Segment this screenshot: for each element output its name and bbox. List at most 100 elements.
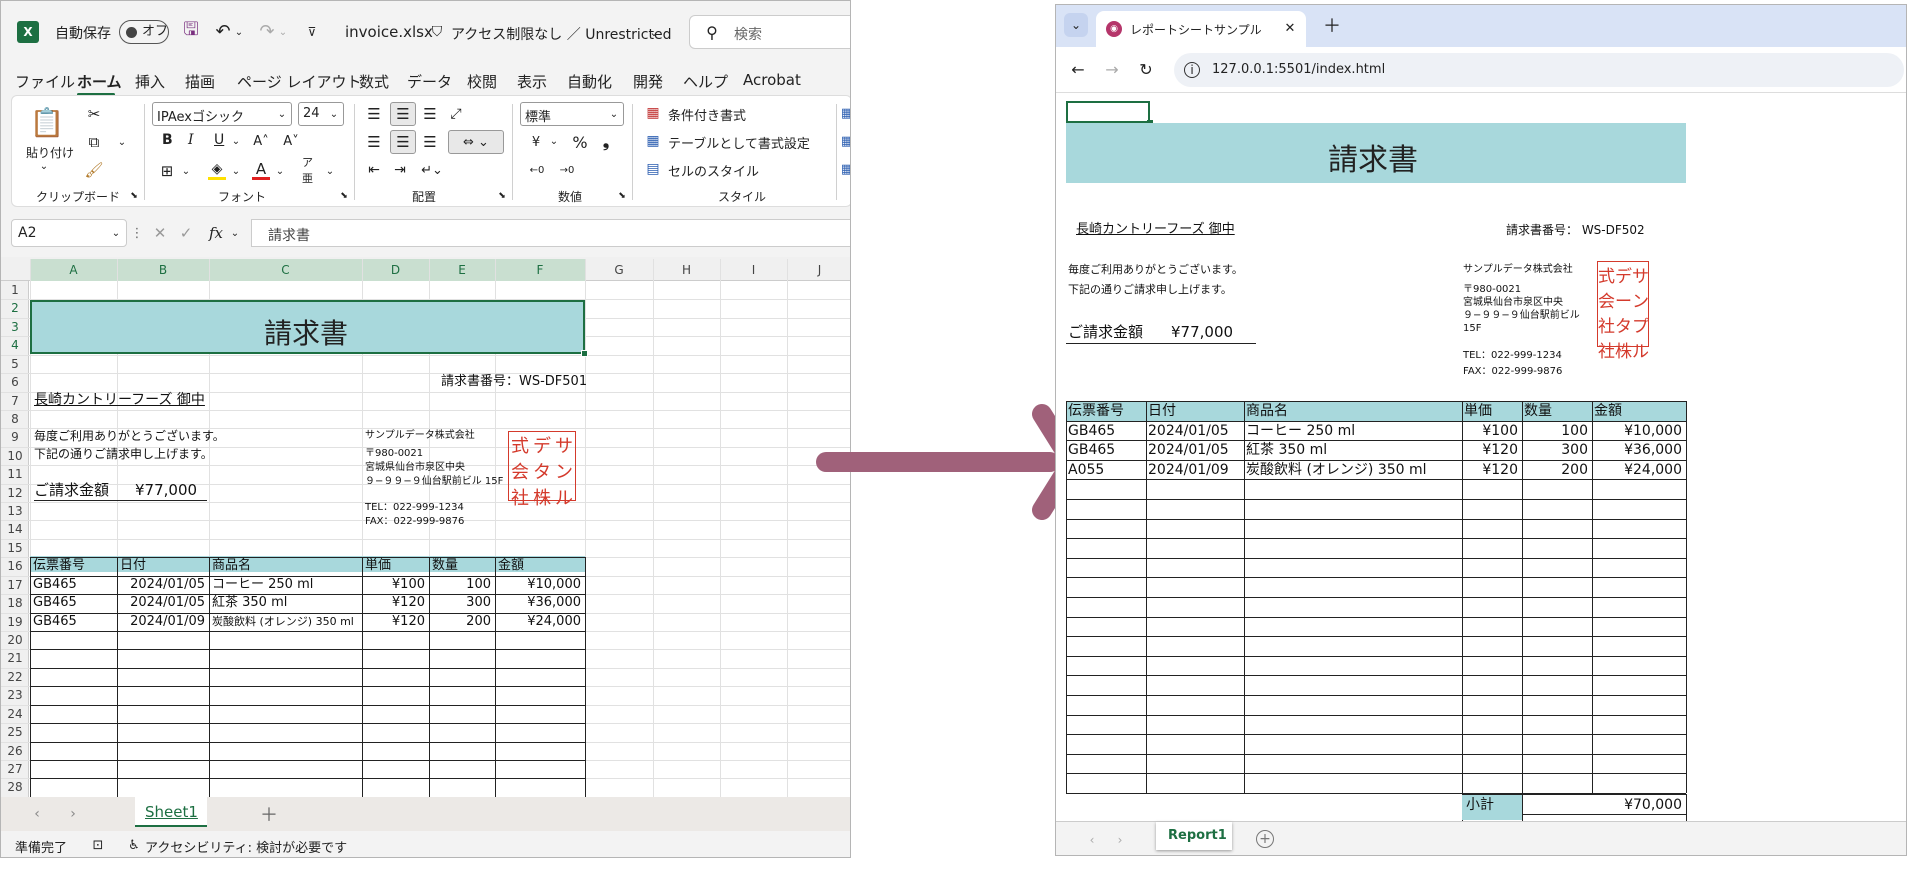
column-header[interactable]: E (429, 259, 495, 281)
format-painter-icon[interactable]: 🖌 (84, 160, 104, 180)
increase-font-icon[interactable]: A˄ (252, 132, 270, 150)
phonetic-icon[interactable]: ア亜 (302, 156, 320, 185)
formula-input[interactable]: 請求書 (251, 219, 850, 247)
insert-function-icon[interactable]: fx (205, 223, 227, 243)
tab-developer[interactable]: 開発 (633, 71, 663, 92)
tab-view[interactable]: 表示 (517, 71, 547, 92)
format-cells-icon[interactable]: ▦ (840, 160, 850, 178)
column-header[interactable]: I (720, 259, 787, 281)
currency-icon[interactable]: ¥ (526, 132, 546, 152)
conditional-format-button[interactable]: 条件付き書式 (668, 105, 746, 124)
table-format-icon[interactable]: ▦ (644, 132, 662, 150)
copy-icon[interactable]: ⧉ (84, 132, 104, 152)
insert-cells-icon[interactable]: ▦ (840, 104, 850, 122)
enter-icon[interactable]: ✓ (177, 223, 195, 243)
column-header[interactable]: F (495, 259, 585, 281)
decrease-indent-icon[interactable]: ⇤ (364, 160, 384, 180)
browser-tab-active[interactable]: ◉ レポートシートサンプル ✕ (1096, 11, 1306, 47)
name-box[interactable]: A2 ⌄ (11, 219, 127, 247)
dialog-launcher-icon[interactable]: ⬊ (616, 190, 628, 202)
site-info-icon[interactable]: i (1184, 62, 1200, 78)
forward-icon[interactable]: → (1102, 59, 1122, 79)
borders-dropdown-icon[interactable]: ⌄ (180, 164, 192, 178)
cut-icon[interactable]: ✂ (84, 104, 104, 124)
prev-sheet-icon[interactable]: ‹ (29, 805, 45, 823)
font-color-dropdown-icon[interactable]: ⌄ (274, 164, 286, 178)
align-left-icon[interactable]: ☰ (364, 132, 384, 152)
dialog-launcher-icon[interactable]: ⬊ (128, 190, 140, 202)
increase-decimal-icon[interactable]: ←0 (526, 160, 548, 180)
align-top-icon[interactable]: ☰ (364, 104, 384, 124)
more-icon[interactable]: ⋮ (131, 223, 144, 243)
tab-home[interactable]: ホーム (77, 71, 122, 92)
increase-indent-icon[interactable]: ⇥ (390, 160, 410, 180)
bold-button[interactable]: B (162, 132, 173, 148)
tab-file[interactable]: ファイル (15, 71, 75, 92)
redo-icon[interactable]: ↷ (257, 21, 277, 42)
align-center-icon[interactable]: ☰ (390, 130, 416, 154)
percent-icon[interactable]: % (570, 132, 590, 152)
column-header[interactable]: G (585, 259, 653, 281)
save-icon[interactable]: 🖫 (181, 19, 201, 42)
decrease-decimal-icon[interactable]: →0 (556, 160, 578, 180)
next-sheet-icon[interactable]: › (65, 805, 81, 823)
cell-style-icon[interactable]: ▤ (644, 160, 662, 178)
fill-handle[interactable] (581, 350, 588, 357)
report-tab[interactable]: Report1 (1156, 822, 1232, 850)
undo-icon[interactable]: ↶ (213, 21, 233, 42)
align-bottom-icon[interactable]: ☰ (420, 104, 440, 124)
access-label[interactable]: アクセス制限なし ／ Unrestricted (451, 24, 672, 44)
merge-center-button[interactable]: ⇔ ⌄ (448, 130, 504, 154)
delete-cells-icon[interactable]: ▦ (840, 132, 850, 150)
column-header[interactable]: A (30, 259, 117, 281)
phonetic-dropdown-icon[interactable]: ⌄ (324, 164, 336, 178)
tab-review[interactable]: 校閲 (467, 71, 497, 92)
back-icon[interactable]: ← (1068, 59, 1088, 79)
redo-dropdown-icon[interactable]: ⌄ (277, 22, 289, 42)
italic-button[interactable]: I (188, 132, 194, 148)
tab-page-layout[interactable]: ページ レイアウト (237, 71, 361, 92)
accessibility-icon[interactable]: ♿ (125, 836, 143, 854)
cancel-icon[interactable]: ✕ (151, 223, 169, 243)
next-sheet-icon[interactable]: › (1114, 832, 1126, 848)
tab-help[interactable]: ヘルプ (683, 71, 728, 92)
decrease-font-icon[interactable]: A˅ (282, 132, 300, 150)
currency-dropdown-icon[interactable]: ⌄ (548, 134, 560, 148)
paste-dropdown-icon[interactable]: ⌄ (38, 160, 50, 172)
tab-acrobat[interactable]: Acrobat (743, 71, 801, 89)
underline-dropdown-icon[interactable]: ⌄ (230, 134, 242, 148)
cell-style-button[interactable]: セルのスタイル (668, 161, 759, 180)
font-size-select[interactable]: 24 ⌄ (298, 102, 344, 126)
dialog-launcher-icon[interactable]: ⬊ (496, 190, 508, 202)
align-right-icon[interactable]: ☰ (420, 132, 440, 152)
function-dropdown-icon[interactable]: ⌄ (229, 225, 241, 241)
underline-button[interactable]: U (214, 132, 224, 148)
sheet-tab-sheet1[interactable]: Sheet1 (135, 797, 207, 827)
chevron-down-icon[interactable]: ⌄ (647, 22, 661, 42)
macro-record-icon[interactable]: ⊡ (89, 836, 107, 854)
borders-icon[interactable]: ⊞ (158, 162, 176, 180)
customize-toolbar-icon[interactable]: ⊽ (305, 22, 319, 42)
prev-sheet-icon[interactable]: ‹ (1086, 832, 1098, 848)
tab-data[interactable]: データ (407, 71, 452, 92)
tab-automate[interactable]: 自動化 (567, 71, 612, 92)
dialog-launcher-icon[interactable]: ⬊ (338, 190, 350, 202)
reload-icon[interactable]: ↻ (1136, 59, 1156, 79)
comma-icon[interactable]: ❟ (598, 132, 614, 152)
column-header[interactable]: C (209, 259, 362, 281)
column-header[interactable]: D (362, 259, 429, 281)
add-sheet-icon[interactable]: ＋ (259, 803, 279, 826)
column-header[interactable]: H (653, 259, 720, 281)
table-format-button[interactable]: テーブルとして書式設定 (668, 133, 810, 152)
selected-cell[interactable] (1066, 101, 1150, 123)
fill-color-icon[interactable]: ◈ (208, 160, 226, 180)
number-format-select[interactable]: 標準 ⌄ (520, 102, 624, 126)
tab-draw[interactable]: 描画 (185, 71, 215, 92)
new-tab-icon[interactable]: ＋ (1322, 15, 1342, 37)
align-middle-icon[interactable]: ☰ (390, 102, 416, 126)
wrap-text-icon[interactable]: ↵⌄ (420, 160, 444, 180)
copy-dropdown-icon[interactable]: ⌄ (116, 134, 128, 150)
font-color-icon[interactable]: A (252, 160, 270, 180)
column-header[interactable]: B (117, 259, 209, 281)
paste-icon[interactable]: 📋 (30, 104, 65, 140)
